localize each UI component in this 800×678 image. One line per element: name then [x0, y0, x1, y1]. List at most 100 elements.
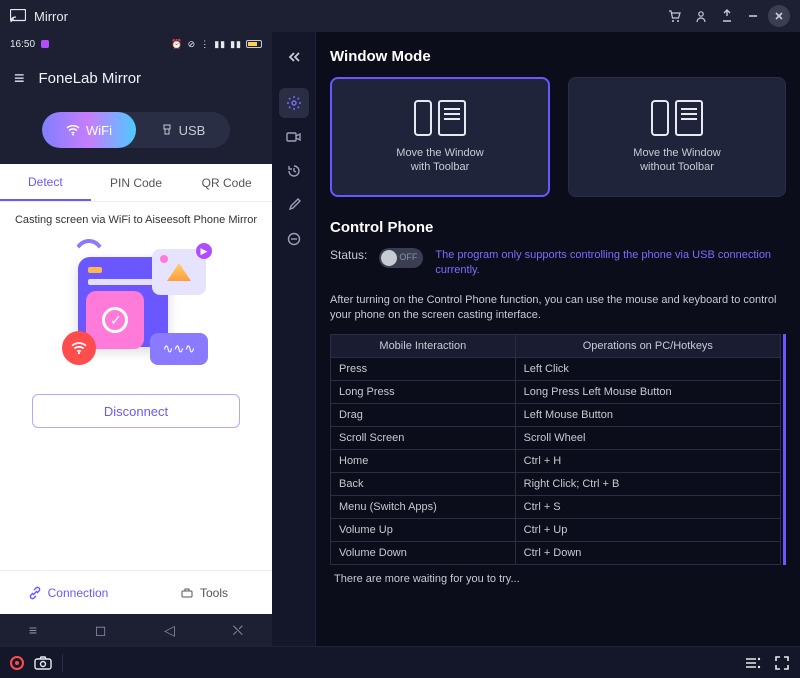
table-row: DragLeft Mouse Button [331, 403, 781, 426]
mode-without-l1: Move the Window [633, 147, 720, 159]
close-button[interactable] [768, 5, 790, 27]
cell-pc: Long Press Left Mouse Button [515, 380, 780, 403]
phone-statusbar: 16:50 ⏰ ⊘ ⋮ ▮▮ ▮▮ [0, 32, 272, 56]
settings-tool[interactable] [279, 88, 309, 118]
tab-pin[interactable]: PIN Code [91, 164, 182, 201]
usb-label: USB [179, 123, 206, 138]
usb-icon [161, 124, 173, 136]
app-title: Mirror [34, 9, 68, 24]
window-toolbar-icon [414, 100, 466, 136]
phone-header: ≡ FoneLab Mirror [0, 56, 272, 100]
disconnect-button[interactable]: Disconnect [32, 394, 240, 428]
table-row: Volume UpCtrl + Up [331, 518, 781, 541]
phone-panel: 16:50 ⏰ ⊘ ⋮ ▮▮ ▮▮ ≡ FoneLab Mirror [0, 32, 272, 646]
nav-home-icon[interactable]: ◻ [95, 622, 107, 639]
signal-icon-2: ▮▮ [230, 39, 242, 50]
cell-pc: Left Click [515, 357, 780, 380]
tab-qr[interactable]: QR Code [181, 164, 272, 201]
wifi-icon [66, 124, 80, 136]
cell-pc: Scroll Wheel [515, 426, 780, 449]
phone-navbar: ≡ ◻ ◁ ⛌ [0, 614, 272, 646]
table-row: Long PressLong Press Left Mouse Button [331, 380, 781, 403]
screenshot-button[interactable] [34, 655, 52, 671]
nav-menu-icon[interactable]: ≡ [29, 622, 37, 638]
disconnect-label: Disconnect [104, 404, 168, 419]
link-icon [28, 586, 42, 600]
cell-mobile: Back [331, 472, 516, 495]
cell-mobile: Long Press [331, 380, 516, 403]
table-row: HomeCtrl + H [331, 449, 781, 472]
casting-message: Casting screen via WiFi to Aiseesoft Pho… [0, 202, 272, 230]
cell-pc: Ctrl + Down [515, 541, 780, 564]
bottom-tab-tools-label: Tools [200, 586, 228, 600]
cell-pc: Left Mouse Button [515, 403, 780, 426]
battery-icon [246, 40, 262, 48]
window-mode-title: Window Mode [330, 48, 786, 65]
nav-accessibility-icon[interactable]: ⛌ [233, 622, 243, 639]
table-row: BackRight Click; Ctrl + B [331, 472, 781, 495]
side-toolbar [272, 32, 316, 646]
nav-back-icon[interactable]: ◁ [164, 622, 175, 639]
collapse-button[interactable] [279, 42, 309, 72]
wifi-pill[interactable]: WiFi [42, 112, 136, 148]
th-pc: Operations on PC/Hotkeys [515, 334, 780, 357]
record-tool[interactable] [279, 122, 309, 152]
bottom-tab-connection[interactable]: Connection [0, 571, 136, 614]
cell-pc: Ctrl + S [515, 495, 780, 518]
tab-detect-label: Detect [28, 175, 63, 189]
content-area: Window Mode Move the Windowwith Toolbar … [316, 32, 800, 646]
alarm-icon: ⏰ [171, 39, 183, 50]
window-plain-icon [651, 100, 703, 136]
cell-mobile: Home [331, 449, 516, 472]
signal-icon: ▮▮ [214, 39, 226, 50]
table-row: Scroll ScreenScroll Wheel [331, 426, 781, 449]
table-row: Volume DownCtrl + Down [331, 541, 781, 564]
mode-with-toolbar[interactable]: Move the Window with Toolbar [330, 77, 550, 197]
tab-pin-label: PIN Code [110, 176, 162, 190]
tab-qr-label: QR Code [202, 176, 252, 190]
brush-tool[interactable] [279, 190, 309, 220]
usb-pill[interactable]: USB [136, 112, 230, 148]
more-text: There are more waiting for you to try... [330, 565, 786, 593]
toolbox-icon [180, 586, 194, 600]
cast-icon [10, 9, 26, 23]
mode-without-toolbar[interactable]: Move the Windowwithout Toolbar [568, 77, 786, 197]
record-button[interactable] [10, 656, 24, 670]
titlebar: Mirror [0, 0, 800, 32]
bottom-tab-connection-label: Connection [48, 586, 109, 600]
control-note: After turning on the Control Phone funct… [330, 293, 786, 324]
cell-mobile: Scroll Screen [331, 426, 516, 449]
mode-with-l1: Move the Window [396, 147, 483, 159]
mode-with-l2: with Toolbar [411, 161, 470, 173]
bottom-tab-tools[interactable]: Tools [136, 571, 272, 614]
th-mobile: Mobile Interaction [331, 334, 516, 357]
control-phone-title: Control Phone [330, 219, 786, 236]
network-badge-icon [62, 331, 96, 365]
casting-illustration: ▶ ∿∿∿ [0, 230, 272, 380]
hamburger-icon[interactable]: ≡ [14, 68, 25, 89]
status-description: The program only supports controlling th… [435, 248, 786, 279]
power-tool[interactable] [279, 224, 309, 254]
separator [62, 654, 63, 672]
table-row: Menu (Switch Apps)Ctrl + S [331, 495, 781, 518]
history-tool[interactable] [279, 156, 309, 186]
phone-app-title: FoneLab Mirror [39, 70, 142, 87]
cell-mobile: Menu (Switch Apps) [331, 495, 516, 518]
dnd-icon: ⊘ [188, 39, 197, 50]
wifi-icon: ⋮ [200, 39, 210, 50]
control-toggle[interactable]: OFF [379, 248, 423, 268]
toggle-text: OFF [399, 252, 417, 262]
tab-strip: Detect PIN Code QR Code [0, 164, 272, 202]
tab-detect[interactable]: Detect [0, 164, 91, 201]
bottombar [0, 646, 800, 678]
cell-mobile: Press [331, 357, 516, 380]
list-button[interactable] [744, 655, 762, 671]
phone-app-indicator [41, 40, 49, 48]
minimize-button[interactable] [742, 5, 764, 27]
pin-icon[interactable] [716, 5, 738, 27]
cart-icon[interactable] [664, 5, 686, 27]
wifi-label: WiFi [86, 123, 112, 138]
status-label: Status: [330, 248, 367, 262]
fullscreen-button[interactable] [774, 655, 790, 671]
user-icon[interactable] [690, 5, 712, 27]
